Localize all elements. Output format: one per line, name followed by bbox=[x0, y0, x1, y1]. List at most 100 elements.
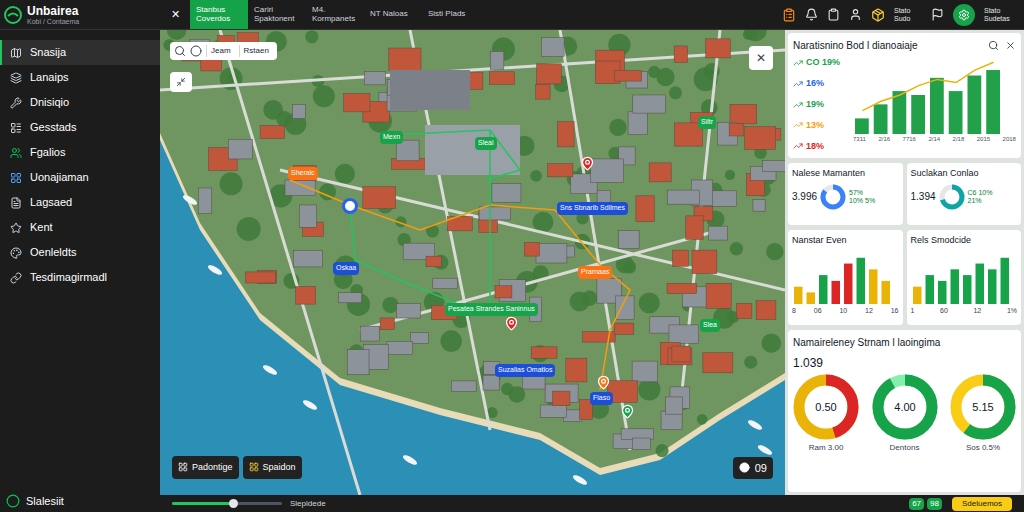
donut-ring-icon: 0.50 bbox=[793, 374, 859, 440]
map-label[interactable]: Prarnaas bbox=[578, 266, 612, 279]
counter-chip: 98 bbox=[927, 498, 942, 510]
search-icon[interactable] bbox=[174, 45, 186, 57]
grid-icon bbox=[178, 462, 188, 472]
sidebar-item[interactable]: Gesstads bbox=[0, 115, 160, 140]
grid-icon bbox=[249, 462, 259, 472]
sidebar-item[interactable]: Snasija bbox=[0, 40, 160, 65]
stat-note: 57% 10% 5% bbox=[849, 189, 877, 204]
map[interactable]: Jeam Rstaen ✕ Sheraic Mexn Sleal Siltr Sns Sbna… bbox=[160, 30, 785, 495]
sidebar-item[interactable]: Uonajiaman bbox=[0, 165, 160, 190]
mini-bar-chart bbox=[911, 252, 1011, 304]
map-label[interactable]: Pesatea Strandes Saninnus bbox=[445, 303, 538, 316]
map-pin[interactable] bbox=[342, 198, 358, 214]
trend-icon bbox=[793, 58, 803, 68]
map-button[interactable]: Spaidon bbox=[243, 456, 302, 480]
axis-tick: 2/16 bbox=[878, 135, 890, 144]
card-title: Nalese Mamanten bbox=[792, 167, 899, 181]
map-pin-icon bbox=[596, 375, 611, 390]
axis-tick: 2/14 bbox=[928, 135, 940, 144]
map-label[interactable]: Siltr bbox=[698, 116, 716, 129]
tab[interactable]: Stanbus Coverdos bbox=[190, 0, 248, 29]
map-label[interactable]: Mexn bbox=[380, 131, 403, 144]
sidebar-item[interactable]: Dnisiqio bbox=[0, 90, 160, 115]
app-subtitle: Kobi / Contaema bbox=[27, 18, 79, 25]
map-pin-icon bbox=[504, 316, 519, 331]
circle-icon[interactable] bbox=[190, 45, 202, 57]
close-icon[interactable] bbox=[1005, 40, 1016, 51]
tab[interactable]: Cariri Spaktonent bbox=[248, 0, 306, 29]
sidebar-item-icon bbox=[10, 97, 22, 109]
sidebar-item[interactable]: Lanaips bbox=[0, 65, 160, 90]
tab[interactable]: Sisti Plads bbox=[422, 0, 480, 29]
clipboard-icon[interactable] bbox=[827, 8, 840, 21]
sidebar-item-icon bbox=[10, 222, 22, 234]
close-button[interactable]: ✕ bbox=[160, 6, 190, 23]
sidebar-item-icon bbox=[10, 72, 22, 84]
map-bottom-buttons: PadontigeSpaidon bbox=[172, 456, 302, 480]
tab[interactable]: M4. Kormpanets bbox=[306, 0, 364, 29]
sidebar-item[interactable]: Tesdimagirmadl bbox=[0, 265, 160, 290]
clipboard-list-icon[interactable] bbox=[782, 8, 796, 22]
map-label[interactable]: Slea bbox=[700, 319, 720, 332]
right-panel: Naratisnino Bod l dianoaiajeCO 19%16%19%… bbox=[785, 30, 1024, 495]
legend-item: 18% bbox=[793, 140, 849, 154]
donut-caption: Dentons bbox=[890, 442, 920, 454]
bottom-bar: Slepidede6798Sdeluemos bbox=[160, 495, 1024, 512]
tab[interactable]: NT Naloas bbox=[364, 0, 422, 29]
map-button[interactable]: Padontige bbox=[172, 456, 239, 480]
map-label[interactable]: Sleal bbox=[475, 137, 497, 150]
donut-ring-icon: 5.15 bbox=[950, 374, 1016, 440]
avatar[interactable] bbox=[953, 4, 975, 26]
sidebar-item-icon bbox=[10, 147, 22, 159]
map-counter[interactable]: 09 bbox=[733, 457, 773, 480]
sidebar-item-icon bbox=[10, 197, 22, 209]
stat-card: Suclakan Conlao1.394C6 10% 21% bbox=[907, 163, 1022, 225]
logo[interactable]: UnbaireaKobi / Contaema bbox=[0, 5, 160, 25]
package-icon[interactable] bbox=[871, 8, 885, 22]
map-canvas[interactable] bbox=[160, 30, 785, 495]
axis-tick: 10 bbox=[839, 306, 847, 317]
sidebar-footer[interactable]: Slalesiit bbox=[0, 493, 160, 512]
map-label[interactable]: Fiaso bbox=[590, 392, 613, 405]
action-button[interactable]: Sdeluemos bbox=[952, 497, 1012, 511]
map-pin[interactable] bbox=[620, 404, 635, 419]
trend-icon bbox=[793, 120, 803, 130]
sidebar-item[interactable]: Oenleldts bbox=[0, 240, 160, 265]
sidebar-item[interactable]: Kent bbox=[0, 215, 160, 240]
sidebar-item-icon bbox=[10, 172, 22, 184]
map-pin[interactable] bbox=[504, 316, 519, 331]
map-label[interactable]: Suzalias Omatlos bbox=[495, 364, 555, 377]
map-toolbar: Jeam Rstaen bbox=[170, 42, 277, 60]
sidebar-item-icon bbox=[10, 272, 22, 284]
map-close-button[interactable]: ✕ bbox=[749, 46, 773, 70]
user-name: Stato Sudetas bbox=[984, 7, 1018, 22]
stat-note: C6 10% 21% bbox=[968, 189, 996, 204]
card-title: Nanstar Even bbox=[792, 234, 899, 248]
record-icon bbox=[739, 462, 750, 473]
map-pin[interactable] bbox=[596, 375, 611, 390]
card-title: Namaireleney Strnam l laoingima bbox=[793, 335, 1016, 350]
sidebar-item[interactable]: Fgalios bbox=[0, 140, 160, 165]
user-icon[interactable] bbox=[849, 8, 862, 21]
stat-ring-icon bbox=[939, 184, 965, 210]
search-icon[interactable] bbox=[988, 40, 999, 51]
flag-icon[interactable] bbox=[931, 8, 944, 21]
sidebar-item[interactable]: Lagsaed bbox=[0, 190, 160, 215]
map-tool-button[interactable]: Rstaen bbox=[239, 45, 273, 57]
map-label[interactable]: Oskaa bbox=[333, 262, 359, 275]
sidebar: SnasijaLanaipsDnisiqioGesstadsFgaliosUon… bbox=[0, 30, 160, 512]
map-pin-icon bbox=[580, 156, 595, 171]
axis-tick: 12 bbox=[973, 306, 981, 317]
map-tool-button[interactable]: Jeam bbox=[206, 45, 235, 57]
map-expand-button[interactable] bbox=[170, 72, 192, 92]
slider[interactable] bbox=[172, 502, 282, 505]
donut-chart: 0.50Ram 3.00 bbox=[793, 374, 859, 454]
axis-tick: 8 bbox=[792, 306, 796, 317]
slider-label: Slepidede bbox=[290, 498, 326, 510]
map-pin[interactable] bbox=[580, 156, 595, 171]
map-label[interactable]: Sheraic bbox=[288, 167, 318, 180]
map-label[interactable]: Sns Sbnarib Sdilmes bbox=[557, 202, 628, 215]
logo-icon bbox=[4, 6, 22, 24]
bell-icon[interactable] bbox=[805, 8, 818, 21]
gear-icon bbox=[958, 9, 970, 21]
